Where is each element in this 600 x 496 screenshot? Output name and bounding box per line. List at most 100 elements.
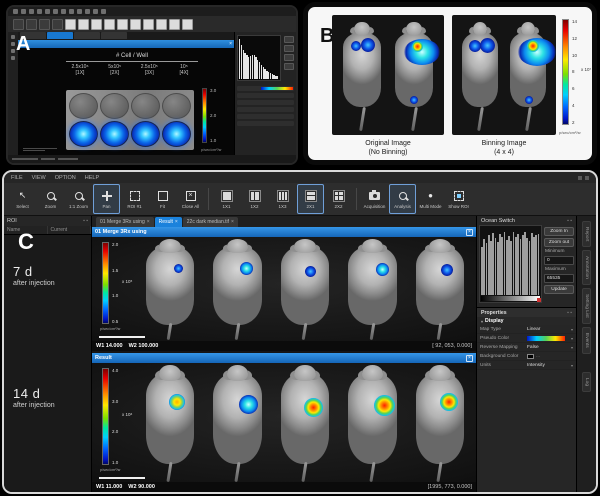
- close-icon[interactable]: ×: [229, 42, 232, 47]
- document-tab[interactable]: [47, 32, 73, 39]
- chevron-down-icon: ▾: [571, 336, 573, 341]
- toolbar-icon[interactable]: [91, 19, 102, 30]
- panel-button[interactable]: [284, 54, 294, 61]
- tool-zoom[interactable]: Zoom: [37, 184, 64, 214]
- property-pseudo-color[interactable]: Pseudo Color▾: [477, 334, 576, 343]
- close-icon[interactable]: ×: [231, 219, 234, 225]
- document-tab[interactable]: Result×: [155, 217, 182, 227]
- tool-close-all[interactable]: ×Close All: [177, 184, 204, 214]
- zoom-in-button[interactable]: Zoom In: [544, 227, 574, 236]
- image-window-titlebar[interactable]: ×: [18, 40, 234, 48]
- window-button[interactable]: [578, 176, 582, 180]
- panel-collapse-icon[interactable]: ▪ ▪: [83, 218, 88, 224]
- sidebar-icon[interactable]: [11, 42, 15, 46]
- window-titlebar[interactable]: Result ×: [92, 353, 476, 363]
- minimum-input[interactable]: 0: [544, 256, 574, 265]
- signal-spot: [351, 41, 361, 51]
- property-units[interactable]: UnitsIntensity▾: [477, 361, 576, 370]
- document-tab[interactable]: 22c dark median.tif×: [183, 217, 238, 227]
- sidebar-icon[interactable]: [11, 56, 15, 60]
- toolbar-icon[interactable]: [182, 19, 193, 30]
- menu-option[interactable]: OPTION: [55, 175, 76, 181]
- tool-2x2[interactable]: 2X2: [325, 184, 352, 214]
- properties-section-display[interactable]: Display: [477, 317, 576, 325]
- range-marker[interactable]: [537, 298, 541, 302]
- tool-acquisition[interactable]: Acquisition: [361, 184, 388, 214]
- toolbar-icon[interactable]: [26, 19, 37, 30]
- toolbar-icon[interactable]: [13, 19, 24, 30]
- annotation-time: 14 d: [13, 386, 55, 401]
- side-tab-report[interactable]: Report: [582, 221, 591, 247]
- toolbar-icon[interactable]: [65, 19, 76, 30]
- document-tab[interactable]: [74, 32, 100, 39]
- menu-view[interactable]: VIEW: [32, 175, 46, 181]
- roi-column-current[interactable]: Current: [48, 226, 92, 234]
- zoom-out-button[interactable]: Zoom out: [544, 238, 574, 247]
- document-tab[interactable]: [101, 32, 127, 39]
- tool-1x2[interactable]: 1X2: [241, 184, 268, 214]
- tool-multi-mode[interactable]: ●Multi Mode: [417, 184, 444, 214]
- side-tab-log[interactable]: Log: [582, 372, 591, 392]
- image-canvas[interactable]: # Cell / Well 2.5x10⁶[1X]5x10⁵[2X]2.5x10…: [18, 48, 234, 155]
- histogram[interactable]: [479, 225, 542, 303]
- window-titlebar[interactable]: 01 Merge 3Rx using ×: [92, 227, 476, 237]
- close-icon[interactable]: ×: [147, 219, 150, 225]
- tool-pan[interactable]: Pan: [93, 184, 120, 214]
- tool-1-1-zoom[interactable]: 1:1 Zoom: [65, 184, 92, 214]
- image-viewport[interactable]: 2.01.51.00.5 x 10⁵ p/sec/cm²/sr: [92, 237, 476, 341]
- document-tab[interactable]: 01 Merge 3Rx using×: [96, 217, 154, 227]
- tool-show-roi[interactable]: Show ROI: [445, 184, 472, 214]
- panel-collapse-icon[interactable]: ▪ ▪: [567, 218, 572, 224]
- update-button[interactable]: Update: [544, 285, 574, 294]
- window-chrome-icon: [29, 9, 34, 14]
- window-button[interactable]: [585, 176, 589, 180]
- side-tab-setting-list[interactable]: Setting List: [582, 288, 591, 324]
- toolbar-icon[interactable]: [169, 19, 180, 30]
- property-map-type[interactable]: Map TypeLinear▾: [477, 325, 576, 334]
- close-icon[interactable]: ×: [466, 355, 473, 362]
- close-icon[interactable]: ×: [175, 219, 178, 225]
- toolbar-icon[interactable]: [104, 19, 115, 30]
- toolbar-icon[interactable]: [52, 19, 63, 30]
- tool-analysis[interactable]: Analysis: [389, 184, 416, 214]
- signal-spot: [361, 38, 375, 52]
- toolbar-icon[interactable]: [143, 19, 154, 30]
- column-header: 5x10⁵[2X]: [99, 64, 131, 77]
- toolbar-icon[interactable]: [156, 19, 167, 30]
- image-viewport[interactable]: 4.03.02.01.0 x 10⁶ p/sec/cm²/sr: [92, 363, 476, 482]
- property-background-color[interactable]: Background Color···: [477, 352, 576, 361]
- tool-1x3[interactable]: 1X3: [269, 184, 296, 214]
- well: [100, 121, 129, 147]
- menu-file[interactable]: FILE: [11, 175, 23, 181]
- property-value: ▾: [527, 336, 573, 341]
- sidebar-icon[interactable]: [11, 49, 15, 53]
- toolbar-icon[interactable]: [130, 19, 141, 30]
- toolbar-icon[interactable]: [117, 19, 128, 30]
- cursor-icon: ↖: [17, 190, 29, 202]
- panel-button[interactable]: [284, 63, 294, 70]
- tool-1x1[interactable]: 1X1: [213, 184, 240, 214]
- toolbar-icon[interactable]: [39, 19, 50, 30]
- sidebar-icon[interactable]: [11, 35, 15, 39]
- panel-button[interactable]: [284, 45, 294, 52]
- show-roi-glyph: [454, 191, 464, 201]
- histogram-panel: Ocean Switch ▪ ▪ Zoom In Zoom out Minimu…: [476, 216, 576, 492]
- panel-collapse-icon[interactable]: ▪ ▪: [567, 310, 572, 316]
- toolbar-icon[interactable]: [78, 19, 89, 30]
- mice-group: [336, 19, 440, 129]
- property-reverse-mapping[interactable]: Reverse MappingFalse▾: [477, 343, 576, 352]
- side-tab-events[interactable]: Events: [582, 327, 591, 354]
- tool-roi-1[interactable]: ROI #1: [121, 184, 148, 214]
- maximum-input[interactable]: 65535: [544, 274, 574, 283]
- mouse-tail: [525, 107, 532, 131]
- close-icon[interactable]: ×: [466, 229, 473, 236]
- histogram-controls: Zoom In Zoom out Minimum 0 Maximum 65535…: [544, 225, 574, 303]
- panel-c: FILE VIEW OPTION HELP ↖ Select Zoom1:1 ZoomPa…: [2, 170, 598, 494]
- panel-button[interactable]: [284, 36, 294, 43]
- tool-fit[interactable]: Fit: [149, 184, 176, 214]
- tool-2x1[interactable]: 2X1: [297, 184, 324, 214]
- tool-select[interactable]: ↖ Select: [9, 184, 36, 214]
- side-tab-annotation[interactable]: Annotation: [582, 250, 591, 285]
- tool-label: Select: [16, 204, 29, 209]
- menu-help[interactable]: HELP: [85, 175, 99, 181]
